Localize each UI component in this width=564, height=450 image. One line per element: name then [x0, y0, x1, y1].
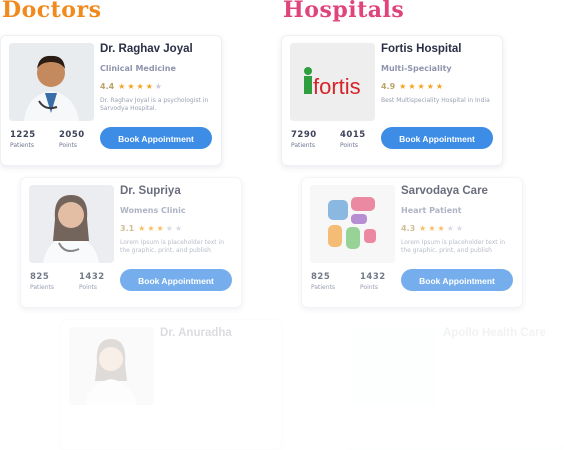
doctor-photo — [9, 43, 94, 121]
hospital-card[interactable]: Sarvodaya Care Heart Patient 4.3 ★ ★ ★ ★ ★ Lo… — [301, 177, 523, 308]
points-label: Points — [360, 284, 379, 291]
doctor-card[interactable]: Dr. Raghav Joyal Clinical Medicine 4.4 ★ ★… — [0, 35, 222, 166]
star-filled-icon: ★ — [408, 82, 416, 91]
star-rating-icons: ★ ★ ★ ★ ★ — [399, 82, 445, 91]
rating-value: 4.3 — [401, 224, 416, 233]
book-appointment-button[interactable]: Book Appointment — [401, 269, 513, 291]
patients-stat: 7290 Patients — [291, 130, 317, 149]
doctor-photo — [29, 185, 114, 263]
doctor-photo — [69, 327, 154, 405]
hospital-description: Lorem Ipsum is placeholder text in the g… — [401, 239, 506, 254]
book-appointment-button[interactable]: Book Appointment — [120, 269, 232, 291]
hospital-logo — [352, 327, 437, 405]
star-empty-icon: ★ — [446, 224, 454, 233]
hospital-description: Best Multispeciality Hospital in India — [381, 97, 490, 104]
patients-label: Patients — [291, 142, 316, 149]
doctor-description: Dr. Raghav Joyal is a psychologist in Sa… — [100, 97, 209, 112]
patients-stat: 1225 Patients — [10, 130, 36, 149]
rating-value: 4.9 — [381, 82, 396, 91]
points-label: Points — [340, 142, 359, 149]
star-rating-icons: ★ ★ ★ ★ ★ — [419, 224, 465, 233]
star-empty-icon: ★ — [174, 224, 183, 233]
patients-label: Patients — [311, 284, 336, 291]
hospital-card[interactable]: fortis Fortis Hospital Multi-Speciality … — [281, 35, 503, 166]
star-empty-icon: ★ — [165, 224, 173, 233]
doctor-specialty: Womens Clinic — [120, 206, 186, 215]
points-stat: 1432 Points — [360, 272, 386, 291]
doctor-name: Dr. Supriya — [120, 185, 181, 197]
patients-label: Patients — [10, 142, 35, 149]
patients-count: 7290 — [291, 130, 317, 140]
doctor-name: Dr. Anuradha — [160, 327, 232, 339]
rating-value: 4.4 — [100, 82, 115, 91]
doctors-section-title: Doctors — [2, 0, 102, 23]
points-label: Points — [79, 284, 98, 291]
doctor-card[interactable]: Dr. Supriya Womens Clinic 3.1 ★ ★ ★ ★ ★ Lorem… — [20, 177, 242, 308]
doctor-description: Lorem Ipsum is placeholder text in the g… — [120, 239, 225, 254]
hospital-logo — [310, 185, 395, 263]
patients-count: 1225 — [10, 130, 36, 140]
book-appointment-button[interactable]: Book Appointment — [100, 127, 212, 149]
star-filled-icon: ★ — [147, 224, 155, 233]
points-label: Points — [59, 142, 78, 149]
star-filled-icon: ★ — [118, 82, 126, 91]
hospital-logo: fortis — [290, 43, 375, 121]
patients-count: 825 — [311, 272, 331, 282]
patients-stat: 825 Patients — [30, 272, 54, 291]
points-count: 1432 — [79, 272, 105, 282]
star-filled-icon: ★ — [145, 82, 153, 91]
star-empty-icon: ★ — [154, 82, 163, 91]
star-filled-icon: ★ — [399, 82, 407, 91]
fortis-logo-text: fortis — [313, 74, 361, 99]
doctor-specialty: Clinical Medicine — [100, 64, 176, 73]
patients-stat: 825 Patients — [311, 272, 335, 291]
hospital-name: Sarvodaya Care — [401, 185, 488, 197]
star-filled-icon: ★ — [435, 82, 444, 91]
book-appointment-button[interactable]: Book Appointment — [381, 127, 493, 149]
hospital-name: Fortis Hospital — [381, 43, 462, 55]
hospital-card[interactable]: Apollo Health Care — [343, 319, 564, 450]
hospitals-section-title: Hospitals — [283, 0, 405, 23]
points-stat: 4015 Points — [340, 130, 366, 149]
points-count: 2050 — [59, 130, 85, 140]
star-filled-icon: ★ — [156, 224, 164, 233]
star-filled-icon: ★ — [417, 82, 425, 91]
star-rating-icons: ★ ★ ★ ★ ★ — [118, 82, 164, 91]
star-filled-icon: ★ — [136, 82, 144, 91]
rating-value: 3.1 — [120, 224, 135, 233]
points-count: 1432 — [360, 272, 386, 282]
hospital-name: Apollo Health Care — [443, 327, 546, 339]
doctor-card[interactable]: Dr. Anuradha — [60, 319, 282, 450]
star-filled-icon: ★ — [419, 224, 427, 233]
points-count: 4015 — [340, 130, 366, 140]
star-filled-icon: ★ — [426, 82, 434, 91]
points-stat: 1432 Points — [79, 272, 105, 291]
patients-label: Patients — [30, 284, 55, 291]
star-filled-icon: ★ — [428, 224, 436, 233]
star-rating-icons: ★ ★ ★ ★ ★ — [138, 224, 184, 233]
doctor-name: Dr. Raghav Joyal — [100, 43, 193, 55]
star-empty-icon: ★ — [455, 224, 464, 233]
hospital-specialty: Heart Patient — [401, 206, 462, 215]
patients-count: 825 — [30, 272, 50, 282]
hospital-specialty: Multi-Speciality — [381, 64, 452, 73]
doctor-rating: 4.4 ★ ★ ★ ★ ★ — [100, 82, 164, 92]
doctor-rating: 3.1 ★ ★ ★ ★ ★ — [120, 224, 184, 234]
hospital-rating: 4.3 ★ ★ ★ ★ ★ — [401, 224, 465, 234]
star-filled-icon: ★ — [138, 224, 146, 233]
points-stat: 2050 Points — [59, 130, 85, 149]
star-filled-icon: ★ — [127, 82, 135, 91]
star-filled-icon: ★ — [437, 224, 445, 233]
hospital-rating: 4.9 ★ ★ ★ ★ ★ — [381, 82, 445, 92]
